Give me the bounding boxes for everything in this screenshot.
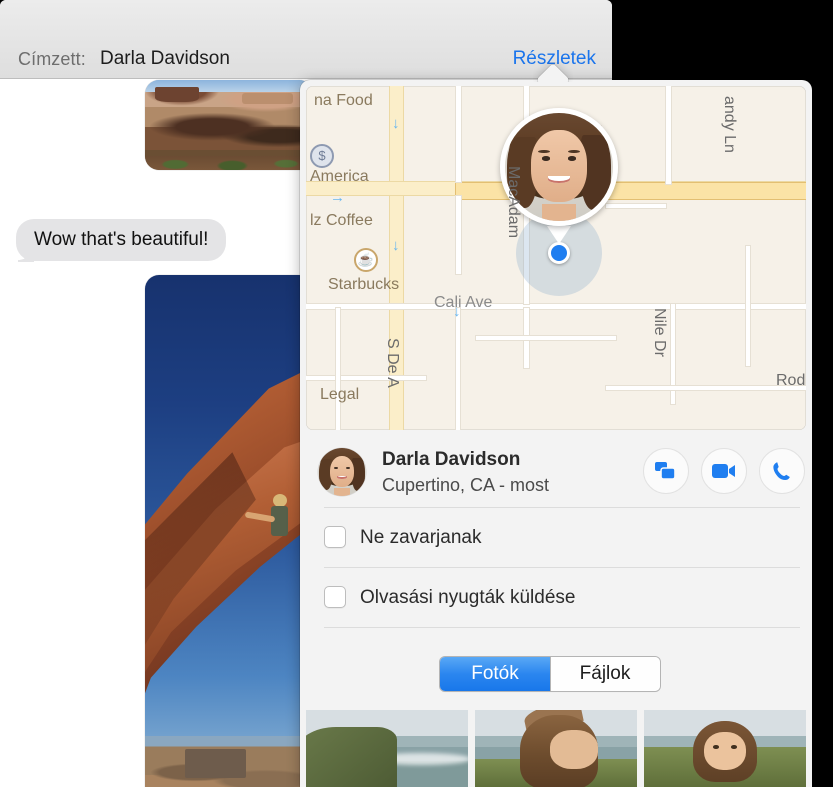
- details-popover: $ ☕ ↓ ↓ → ↓ na Food America lz Coffee St…: [300, 80, 812, 787]
- video-camera-icon: [712, 463, 736, 479]
- map-street-right-a: [746, 246, 750, 366]
- recipient-label: Címzett:: [18, 49, 86, 70]
- contact-avatar-eye-right: [346, 467, 350, 469]
- desert-horizon: [145, 736, 313, 787]
- map-street-short-b: [456, 86, 461, 182]
- avatar-brow-left: [538, 150, 550, 153]
- map-street-right-b: [606, 204, 666, 208]
- avatar-eye-left: [542, 156, 551, 160]
- tab-files[interactable]: Fájlok: [550, 657, 660, 691]
- traffic-arrow-down-2: ↓: [392, 238, 400, 253]
- do-not-disturb-checkbox[interactable]: [324, 526, 346, 548]
- contact-avatar-skin: [330, 456, 355, 488]
- avatar-skin: [531, 130, 587, 201]
- canyon-vegetation: [145, 156, 313, 170]
- contact-name: Darla Davidson: [382, 449, 520, 471]
- audio-call-button[interactable]: [759, 448, 805, 494]
- send-read-receipts-label: Olvasási nyugták küldése: [360, 587, 575, 609]
- traffic-arrow-down-1: ↓: [392, 116, 400, 131]
- message-text: Wow that's beautiful!: [34, 229, 208, 250]
- contact-avatar[interactable]: [318, 448, 366, 496]
- map-label-na-food: na Food: [314, 92, 373, 110]
- contact-avatar-neck: [334, 488, 349, 496]
- avatar-neck: [542, 204, 577, 221]
- map-label-sandy-ln: andy Ln: [720, 96, 738, 153]
- map-street-mid-a: [476, 336, 616, 340]
- map-label-america: America: [310, 168, 369, 186]
- map-street-cali-ave: [306, 304, 806, 309]
- message-bubble[interactable]: Wow that's beautiful!: [16, 219, 226, 261]
- canyon-photo[interactable]: [145, 80, 313, 170]
- contact-avatar-face: [318, 448, 366, 496]
- window-titlebar: Címzett: Darla Davidson Részletek: [0, 0, 612, 79]
- send-read-receipts-checkbox[interactable]: [324, 586, 346, 608]
- location-dot: [548, 242, 570, 264]
- thumb1-cliff: [306, 727, 397, 787]
- row-do-not-disturb[interactable]: Ne zavarjanak: [306, 508, 806, 568]
- map-label-legal: Legal: [320, 386, 359, 404]
- tab-photos[interactable]: Fotók: [440, 657, 550, 691]
- divider-receipts: [324, 627, 800, 628]
- map-label-macadam: MacAdam: [504, 166, 522, 238]
- contact-subtitle: Cupertino, CA - most: [382, 475, 549, 496]
- thumb-girl-smiling[interactable]: [644, 710, 806, 787]
- canyon-butte-left: [155, 87, 199, 101]
- map-street-lower-a: [306, 376, 426, 380]
- avatar-eye-right: [568, 156, 577, 160]
- recipient-value: Darla Davidson: [100, 48, 230, 70]
- screenshot-root: Címzett: Darla Davidson Részletek Wow th…: [0, 0, 833, 787]
- screen-share-icon: [655, 462, 677, 480]
- map-label-nile-dr: Nile Dr: [650, 308, 668, 357]
- thumb3-eye-right: [731, 745, 737, 749]
- contact-row: Darla Davidson Cupertino, CA - most: [306, 436, 806, 508]
- map-street-lower-b: [336, 308, 340, 430]
- thumb2-face: [550, 730, 599, 769]
- map-street-sandy-ln: [666, 86, 671, 184]
- map-label-rod: Rod: [776, 372, 805, 390]
- distant-mesa: [185, 749, 245, 778]
- canyon-butte-right: [242, 93, 292, 105]
- screen-share-button[interactable]: [643, 448, 689, 494]
- facetime-video-button[interactable]: [701, 448, 747, 494]
- row-read-receipts[interactable]: Olvasási nyugták küldése: [306, 568, 806, 628]
- coffee-icon: ☕: [354, 248, 378, 272]
- arch-photo[interactable]: [145, 275, 313, 787]
- thumb-coast-path[interactable]: [306, 710, 468, 787]
- map-street-short-c: [456, 196, 461, 274]
- thumb3-face: [704, 732, 745, 770]
- popover-arrow: [533, 62, 573, 82]
- thumb3-head: [693, 721, 758, 783]
- bubble-tail: [22, 247, 36, 261]
- person-figure: [259, 494, 299, 550]
- phone-icon: [772, 461, 792, 481]
- avatar-brow-right: [568, 150, 580, 153]
- photo-thumbnail-grid: [306, 710, 806, 787]
- traffic-arrow-right-1: →: [330, 190, 345, 205]
- map-label-lz-coffee: lz Coffee: [310, 212, 373, 230]
- bank-icon: $: [310, 144, 334, 168]
- do-not-disturb-label: Ne zavarjanak: [360, 527, 481, 549]
- location-map[interactable]: $ ☕ ↓ ↓ → ↓ na Food America lz Coffee St…: [306, 86, 806, 430]
- person-head: [273, 494, 287, 507]
- map-label-s-de-anza: S De A: [383, 338, 401, 388]
- thumb-girl-windblown[interactable]: [475, 710, 637, 787]
- photos-files-segmented-control[interactable]: Fotók Fájlok: [440, 657, 660, 691]
- map-label-starbucks: Starbucks: [328, 276, 399, 294]
- map-street-lower-c: [456, 308, 460, 430]
- map-label-cali-ave: Cali Ave: [434, 294, 492, 312]
